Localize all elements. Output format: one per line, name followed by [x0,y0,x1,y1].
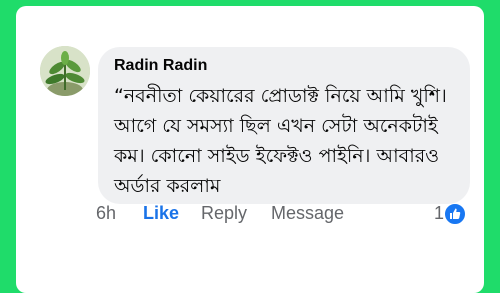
comment-actions: 6h Like Reply Message 1 [96,203,466,229]
like-button[interactable]: Like [143,203,179,224]
reaction-count[interactable]: 1 [434,203,444,224]
comment-card: Radin Radin “নবনীতা কেয়ারের প্রোডাক্ট ন… [16,6,484,293]
like-thumb-icon[interactable] [444,203,466,225]
comment-bubble: Radin Radin “নবনীতা কেয়ারের প্রোডাক্ট ন… [98,47,470,204]
comment-text: “নবনীতা কেয়ারের প্রোডাক্ট নিয়ে আমি খুশ… [114,85,447,197]
message-button[interactable]: Message [271,203,344,224]
plant-avatar-image [40,46,90,96]
reply-button[interactable]: Reply [201,203,247,224]
comment-author[interactable]: Radin Radin [114,57,207,75]
avatar[interactable] [40,46,90,96]
comment-timestamp[interactable]: 6h [96,203,116,224]
